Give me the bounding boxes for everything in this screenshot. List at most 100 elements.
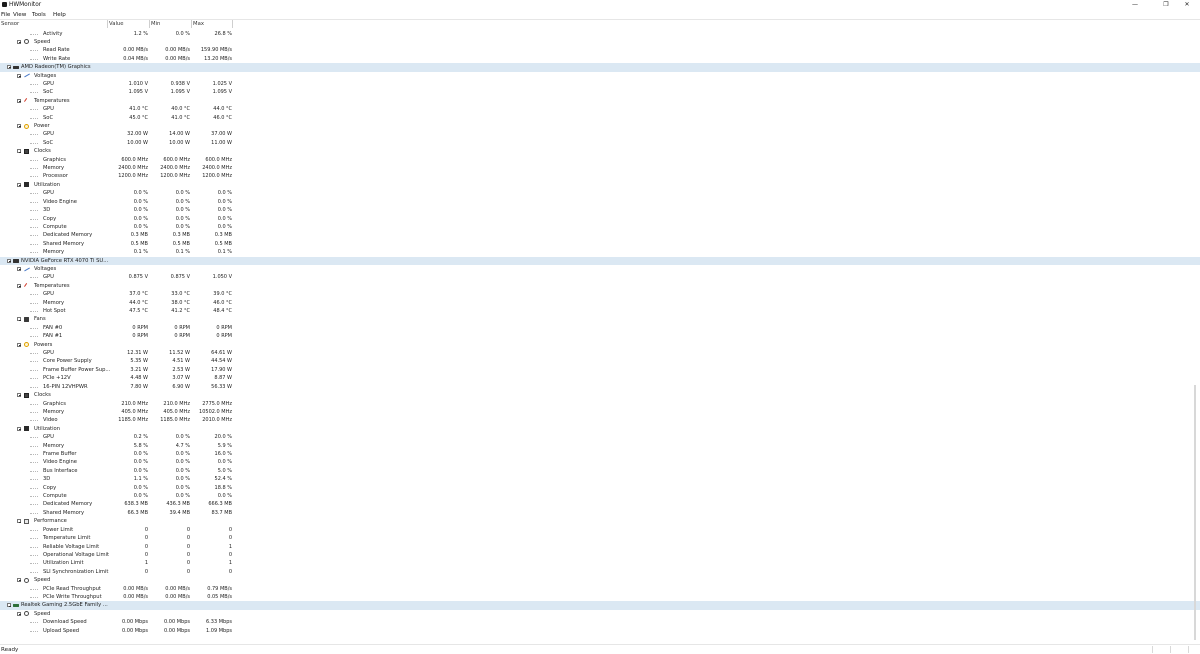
sensor-row[interactable]: GPU 12.31 W 11.52 W 64.61 W (0, 349, 1200, 357)
sensor-row[interactable]: GPU 0.875 V 0.875 V 1.050 V (0, 273, 1200, 281)
sensor-row[interactable]: FAN #1 0 RPM 0 RPM 0 RPM (0, 332, 1200, 340)
sensor-row[interactable]: Video Engine 0.0 % 0.0 % 0.0 % (0, 458, 1200, 466)
tree-connector (30, 117, 38, 120)
collapse-toggle-icon[interactable] (7, 258, 11, 263)
collapse-toggle-icon[interactable] (17, 39, 21, 44)
collapse-toggle-icon[interactable] (17, 611, 21, 616)
collapse-toggle-icon[interactable] (17, 578, 21, 583)
sensor-row[interactable]: Memory 2400.0 MHz 2400.0 MHz 2400.0 MHz (0, 164, 1200, 172)
sensor-row[interactable]: PCIe +12V 4.48 W 3.07 W 8.87 W (0, 374, 1200, 382)
sensor-label: Video (43, 417, 58, 424)
sensor-row[interactable]: SLI Synchronization Limit 0 0 0 (0, 568, 1200, 576)
sensor-row[interactable]: Memory 0.1 % 0.1 % 0.1 % (0, 248, 1200, 256)
sensor-row[interactable]: Operational Voltage Limit 0 0 0 (0, 551, 1200, 559)
sensor-row[interactable]: Bus Interface 0.0 % 0.0 % 5.0 % (0, 467, 1200, 475)
device-row[interactable]: NVIDIA GeForce RTX 4070 Ti SU... (0, 256, 1200, 265)
sensor-row[interactable]: Video 1185.0 MHz 1185.0 MHz 2010.0 MHz (0, 416, 1200, 424)
collapse-toggle-icon[interactable] (17, 317, 21, 322)
device-row[interactable]: AMD Radeon(TM) Graphics (0, 63, 1200, 72)
sensor-row[interactable]: Write Rate 0.04 MB/s 0.00 MB/s 13.20 MB/s (0, 55, 1200, 63)
collapse-toggle-icon[interactable] (7, 65, 11, 70)
collapse-toggle-icon[interactable] (17, 149, 21, 154)
sensor-row[interactable]: FAN #0 0 RPM 0 RPM 0 RPM (0, 324, 1200, 332)
sensor-row[interactable]: Power Limit 0 0 0 (0, 526, 1200, 534)
sensor-tree[interactable]: Activity 1.2 % 0.0 % 26.8 % Speed Read Rate 0.… (0, 0, 1200, 640)
sensor-row[interactable]: Memory 5.8 % 4.7 % 5.9 % (0, 442, 1200, 450)
sensor-group-row[interactable]: Temperatures (0, 97, 1200, 105)
sensor-group-row[interactable]: Utilization (0, 425, 1200, 433)
group-label: Clocks (34, 148, 51, 155)
collapse-toggle-icon[interactable] (17, 283, 21, 288)
sensor-row[interactable]: Copy 0.0 % 0.0 % 0.0 % (0, 215, 1200, 223)
sensor-row[interactable]: PCIe Write Throughput 0.00 MB/s 0.00 MB/s 0… (0, 593, 1200, 601)
sensor-group-row[interactable]: Utilization (0, 181, 1200, 189)
sensor-row[interactable]: Frame Buffer 0.0 % 0.0 % 16.0 % (0, 450, 1200, 458)
sensor-value: 1.010 V (128, 80, 148, 87)
sensor-group-row[interactable]: Speed (0, 38, 1200, 46)
sensor-row[interactable]: Compute 0.0 % 0.0 % 0.0 % (0, 492, 1200, 500)
collapse-toggle-icon[interactable] (17, 182, 21, 187)
vertical-scrollbar-thumb[interactable] (1194, 385, 1196, 640)
sensor-row[interactable]: GPU 41.0 °C 40.0 °C 44.0 °C (0, 105, 1200, 113)
collapse-toggle-icon[interactable] (17, 73, 21, 78)
sensor-row[interactable]: GPU 0.2 % 0.0 % 20.0 % (0, 433, 1200, 441)
sensor-group-row[interactable]: Clocks (0, 147, 1200, 155)
collapse-toggle-icon[interactable] (17, 266, 21, 271)
sensor-row[interactable]: 3D 0.0 % 0.0 % 0.0 % (0, 206, 1200, 214)
sensor-group-row[interactable]: Voltages (0, 72, 1200, 80)
sensor-row[interactable]: Compute 0.0 % 0.0 % 0.0 % (0, 223, 1200, 231)
sensor-row[interactable]: Video Engine 0.0 % 0.0 % 0.0 % (0, 198, 1200, 206)
collapse-toggle-icon[interactable] (17, 124, 21, 128)
sensor-row[interactable]: Processor 1200.0 MHz 1200.0 MHz 1200.0 MHz (0, 172, 1200, 180)
sensor-row[interactable]: Read Rate 0.00 MB/s 0.00 MB/s 159.90 MB/s (0, 46, 1200, 54)
sensor-row[interactable]: 16-PIN 12VHPWR 7.80 W 6.90 W 56.33 W (0, 383, 1200, 391)
sensor-group-row[interactable]: Voltages (0, 265, 1200, 273)
collapse-toggle-icon[interactable] (17, 98, 21, 103)
sensor-row[interactable]: Memory 44.0 °C 38.0 °C 46.0 °C (0, 299, 1200, 307)
sensor-row[interactable]: GPU 0.0 % 0.0 % 0.0 % (0, 189, 1200, 197)
sensor-row[interactable]: GPU 32.00 W 14.00 W 37.00 W (0, 130, 1200, 138)
sensor-row[interactable]: Hot Spot 47.5 °C 41.2 °C 48.4 °C (0, 307, 1200, 315)
sensor-row[interactable]: Frame Buffer Power Sup... 3.21 W 2.53 W 17.… (0, 366, 1200, 374)
sensor-row[interactable]: Core Power Supply 5.35 W 4.51 W 44.54 W (0, 357, 1200, 365)
sensor-row[interactable]: Graphics 600.0 MHz 600.0 MHz 600.0 MHz (0, 156, 1200, 164)
sensor-row[interactable]: SoC 1.095 V 1.095 V 1.095 V (0, 88, 1200, 96)
sensor-row[interactable]: Activity 1.2 % 0.0 % 26.8 % (0, 30, 1200, 38)
sensor-group-row[interactable]: Temperatures (0, 282, 1200, 290)
sensor-row[interactable]: GPU 37.0 °C 33.0 °C 39.0 °C (0, 290, 1200, 298)
sensor-row[interactable]: PCIe Read Throughput 0.00 MB/s 0.00 MB/s 0.… (0, 585, 1200, 593)
sensor-row[interactable]: 3D 1.1 % 0.0 % 52.4 % (0, 475, 1200, 483)
sensor-row[interactable]: Utilization Limit 1 0 1 (0, 559, 1200, 567)
sensor-row[interactable]: Copy 0.0 % 0.0 % 18.8 % (0, 484, 1200, 492)
sensor-row[interactable]: Upload Speed 0.00 Mbps 0.00 Mbps 1.09 Mbps (0, 627, 1200, 635)
sensor-row[interactable]: Temperature Limit 0 0 0 (0, 534, 1200, 542)
sensor-group-row[interactable]: Power (0, 122, 1200, 130)
sensor-row[interactable]: Reliable Voltage Limit 0 0 1 (0, 543, 1200, 551)
sensor-group-row[interactable]: Fans (0, 315, 1200, 323)
sensor-row[interactable]: Dedicated Memory 0.3 MB 0.3 MB 0.3 MB (0, 231, 1200, 239)
tree-connector (30, 50, 38, 52)
sensor-min: 0.0 % (175, 493, 190, 500)
tree-connector (30, 622, 38, 624)
collapse-toggle-icon[interactable] (17, 519, 21, 524)
sensor-row[interactable]: SoC 45.0 °C 41.0 °C 46.0 °C (0, 114, 1200, 122)
sensor-row[interactable]: SoC 10.00 W 10.00 W 11.00 W (0, 139, 1200, 147)
collapse-toggle-icon[interactable] (17, 426, 21, 431)
sensor-row[interactable]: Memory 405.0 MHz 405.0 MHz 10502.0 MHz (0, 408, 1200, 416)
sensor-row[interactable]: Graphics 210.0 MHz 210.0 MHz 2775.0 MHz (0, 400, 1200, 408)
gpu-card-icon (13, 258, 19, 263)
sensor-group-row[interactable]: Performance (0, 517, 1200, 525)
sensor-row[interactable]: Shared Memory 0.5 MB 0.5 MB 0.5 MB (0, 240, 1200, 248)
sensor-row[interactable]: Download Speed 0.00 Mbps 0.00 Mbps 6.33 Mbp… (0, 618, 1200, 626)
sensor-row[interactable]: Shared Memory 66.3 MB 39.4 MB 83.7 MB (0, 509, 1200, 517)
collapse-toggle-icon[interactable] (7, 603, 11, 608)
sensor-group-row[interactable]: Clocks (0, 391, 1200, 399)
collapse-toggle-icon[interactable] (17, 342, 21, 347)
collapse-toggle-icon[interactable] (17, 393, 21, 398)
sensor-row[interactable]: Dedicated Memory 638.3 MB 436.3 MB 666.3 MB (0, 500, 1200, 508)
sensor-row[interactable]: GPU 1.010 V 0.938 V 1.025 V (0, 80, 1200, 88)
sensor-group-row[interactable]: Powers (0, 341, 1200, 349)
sensor-group-row[interactable]: Speed (0, 610, 1200, 618)
device-row[interactable]: Realtek Gaming 2.5GbE Family ... (0, 601, 1200, 610)
sensor-group-row[interactable]: Speed (0, 576, 1200, 584)
